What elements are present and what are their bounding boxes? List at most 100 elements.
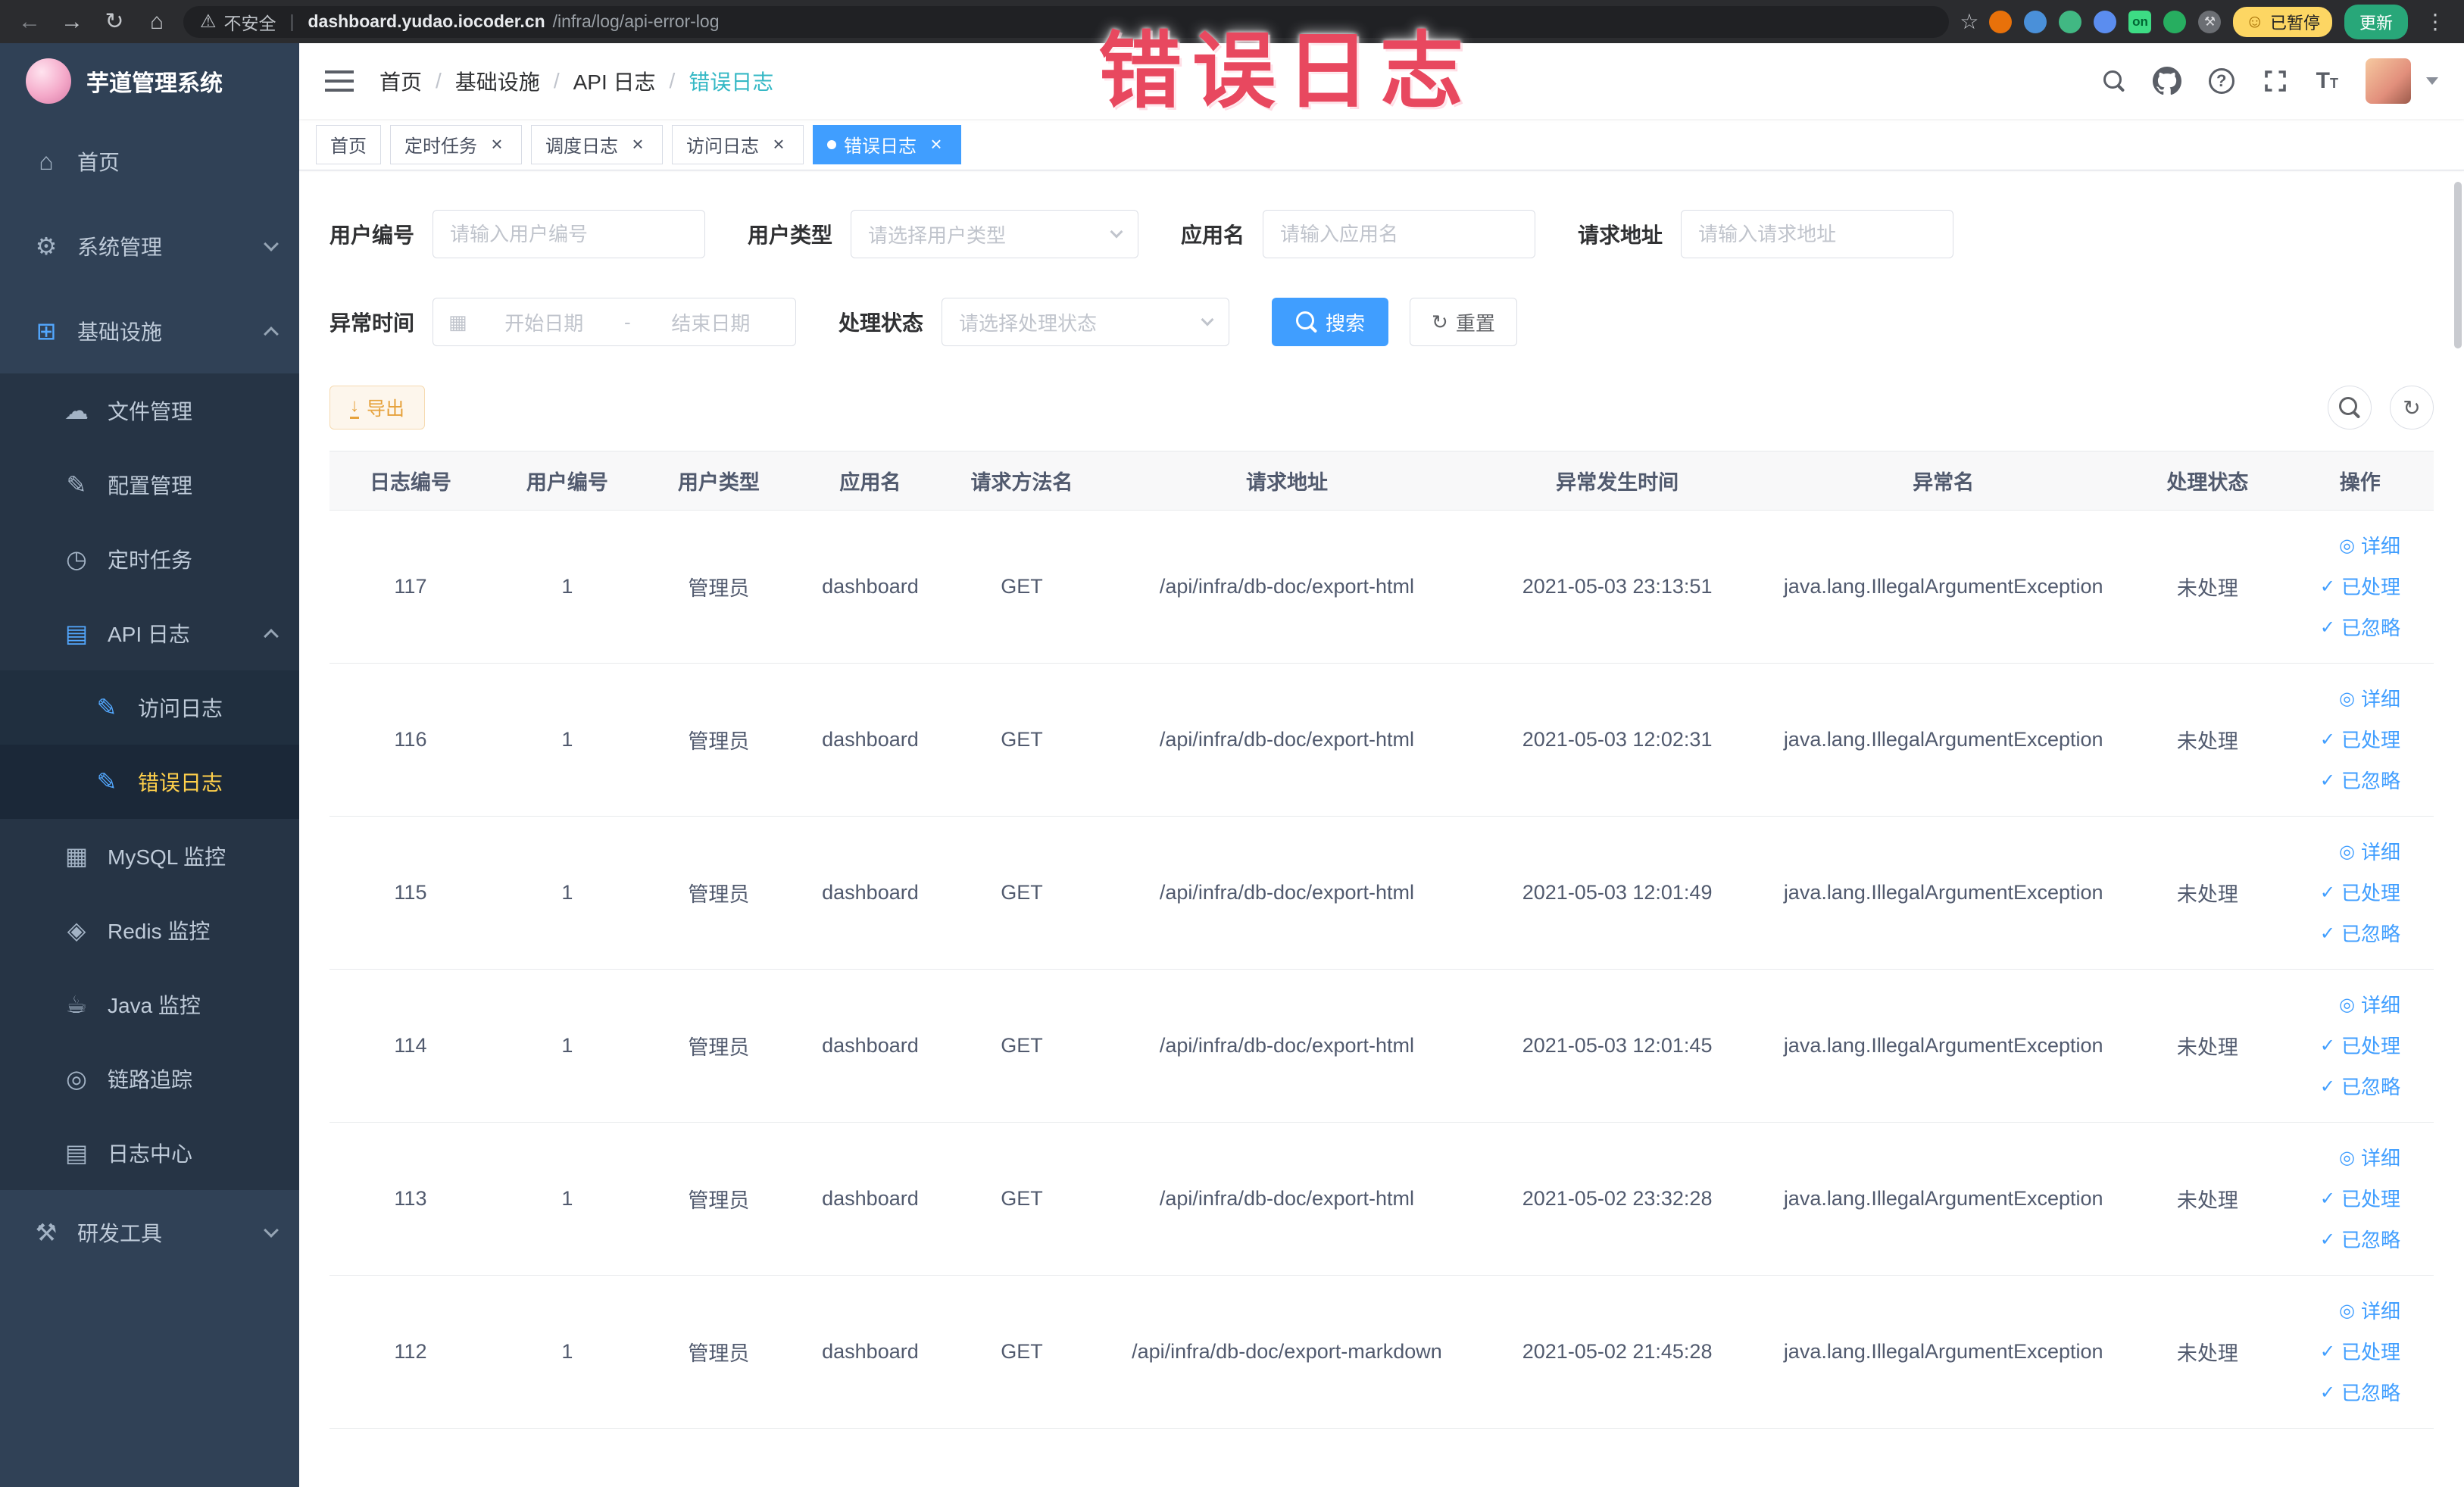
ignored-link[interactable]: ✓ 已忽略 (2288, 761, 2400, 801)
sidebar-item-mysql-monitor[interactable]: ▦ MySQL 监控 (0, 819, 299, 893)
sidebar-item-api-log[interactable]: ▤ API 日志 (0, 596, 299, 670)
app-name-input[interactable] (1263, 210, 1536, 258)
sidebar-item-java-monitor[interactable]: ☕ Java 监控 (0, 967, 299, 1042)
avatar-caret-down-icon[interactable] (2426, 77, 2438, 85)
export-button[interactable]: ↓ 导出 (329, 386, 426, 430)
hamburger-icon[interactable] (325, 70, 354, 92)
ignored-link[interactable]: ✓ 已忽略 (2288, 914, 2400, 954)
sidebar-item-config-mgmt[interactable]: ✎ 配置管理 (0, 448, 299, 522)
browser-menu-kebab-icon[interactable]: ⋮ (2420, 9, 2450, 34)
cell-request-url: /api/infra/db-doc/export-html (1097, 969, 1476, 1123)
breadcrumb-item-home[interactable]: 首页 (379, 66, 422, 96)
extension-icon[interactable] (2094, 10, 2117, 33)
user-type-select[interactable]: 请选择用户类型 (851, 210, 1139, 258)
extension-icon[interactable]: ⚒ (2198, 10, 2222, 33)
sidebar-item-infrastructure[interactable]: ⊞ 基础设施 (0, 289, 299, 373)
close-icon[interactable]: × (768, 134, 789, 155)
fullscreen-icon[interactable] (2262, 67, 2289, 95)
breadcrumb-item-infrastructure[interactable]: 基础设施 (455, 66, 540, 96)
processed-link[interactable]: ✓ 已处理 (2288, 720, 2400, 761)
bookmark-star-icon[interactable]: ☆ (1960, 9, 1978, 34)
search-icon[interactable] (2103, 70, 2125, 92)
cell-user-id: 1 (491, 1275, 643, 1429)
sidebar-item-error-log[interactable]: ✎ 错误日志 (0, 745, 299, 819)
extension-on-badge[interactable]: on (2128, 10, 2152, 33)
search-toggle-button[interactable] (2328, 386, 2372, 430)
request-url-input[interactable] (1681, 210, 1954, 258)
sidebar-item-dev-tools[interactable]: ⚒ 研发工具 (0, 1190, 299, 1275)
browser-home-icon[interactable]: ⌂ (141, 0, 173, 43)
processed-link[interactable]: ✓ 已处理 (2288, 1332, 2400, 1373)
processed-link[interactable]: ✓ 已处理 (2288, 567, 2400, 608)
github-icon[interactable] (2152, 67, 2181, 95)
search-button[interactable]: 搜索 (1272, 298, 1389, 346)
app-logo[interactable]: 芋道管理系统 (0, 43, 299, 119)
browser-refresh-icon[interactable]: ↻ (98, 0, 130, 43)
user-avatar[interactable] (2366, 58, 2411, 104)
cell-user-type: 管理员 (642, 816, 795, 970)
help-icon[interactable]: ? (2208, 68, 2234, 94)
font-size-icon[interactable]: TT (2316, 68, 2338, 94)
extension-icon[interactable] (2163, 10, 2187, 33)
process-status-select[interactable]: 请选择处理状态 (942, 298, 1230, 346)
processed-link[interactable]: ✓ 已处理 (2288, 1026, 2400, 1067)
close-icon[interactable]: × (926, 134, 947, 155)
extension-icon[interactable] (1989, 10, 2013, 33)
tab-schedule-log[interactable]: 调度日志 × (531, 124, 663, 164)
detail-link[interactable]: ◎ 详细 (2288, 985, 2400, 1026)
tab-error-log[interactable]: 错误日志 × (813, 124, 961, 164)
close-icon[interactable]: × (627, 134, 648, 155)
cell-process-status: 未处理 (2128, 663, 2287, 817)
sidebar-item-file-mgmt[interactable]: ☁ 文件管理 (0, 373, 299, 448)
cell-actions: ◎ 详细 ✓ 已处理 ✓ 已忽略 (2286, 510, 2434, 664)
tab-cron-job[interactable]: 定时任务 × (390, 124, 522, 164)
sidebar-item-system-mgmt[interactable]: ⚙ 系统管理 (0, 204, 299, 289)
sidebar-item-cron-job[interactable]: ◷ 定时任务 (0, 522, 299, 596)
close-icon[interactable]: × (486, 134, 507, 155)
processed-link[interactable]: ✓ 已处理 (2288, 1179, 2400, 1220)
browser-forward-icon[interactable]: → (56, 0, 88, 43)
detail-link[interactable]: ◎ 详细 (2288, 1291, 2400, 1332)
cloud-icon: ☁ (64, 397, 89, 424)
vue-devtools-icon[interactable] (2059, 10, 2082, 33)
processed-link[interactable]: ✓ 已处理 (2288, 873, 2400, 914)
sidebar-item-link-trace[interactable]: ◎ 链路追踪 (0, 1042, 299, 1116)
detail-link[interactable]: ◎ 详细 (2288, 526, 2400, 567)
sidebar-item-home[interactable]: ⌂ 首页 (0, 119, 299, 204)
browser-back-icon[interactable]: ← (14, 0, 45, 43)
sidebar-item-access-log[interactable]: ✎ 访问日志 (0, 670, 299, 745)
tab-home[interactable]: 首页 (316, 124, 381, 164)
breadcrumb-item-api-log[interactable]: API 日志 (573, 66, 656, 96)
ignored-link[interactable]: ✓ 已忽略 (2288, 1067, 2400, 1107)
paused-badge[interactable]: ☺ 已暂停 (2233, 6, 2332, 37)
edit-doc-icon: ✎ (96, 768, 117, 795)
filter-row-2: 异常时间 ▦ 开始日期 - 结束日期 处理状态 请选择处理状态 搜索 ↻ 重置 (329, 298, 2434, 346)
date-range-picker[interactable]: ▦ 开始日期 - 结束日期 (433, 298, 797, 346)
cell-exception-name: java.lang.IllegalArgumentException (1758, 663, 2129, 817)
ignored-link[interactable]: ✓ 已忽略 (2288, 1220, 2400, 1261)
filter-label-request-url: 请求地址 (1578, 223, 1663, 247)
ignored-link[interactable]: ✓ 已忽略 (2288, 608, 2400, 648)
eye-icon: ◎ (66, 1065, 87, 1092)
clock-icon: ◷ (66, 545, 87, 573)
url-path: /infra/log/api-error-log (552, 11, 720, 31)
address-bar[interactable]: ⚠ 不安全 | dashboard.yudao.iocoder.cn /infr… (183, 5, 1950, 38)
user-id-input[interactable] (433, 210, 706, 258)
tab-access-log[interactable]: 访问日志 × (672, 124, 804, 164)
detail-link[interactable]: ◎ 详细 (2288, 832, 2400, 873)
extension-icon[interactable] (2024, 10, 2047, 33)
update-button[interactable]: 更新 (2344, 4, 2408, 39)
sidebar-item-label: API 日志 (108, 623, 190, 646)
download-icon: ↓ (350, 396, 359, 419)
detail-link[interactable]: ◎ 详细 (2288, 1138, 2400, 1179)
refresh-button[interactable]: ↻ (2390, 386, 2434, 430)
ignored-link[interactable]: ✓ 已忽略 (2288, 1373, 2400, 1414)
reset-button[interactable]: ↻ 重置 (1410, 298, 1517, 346)
filter-label-exception-time: 异常时间 (329, 311, 415, 335)
detail-link[interactable]: ◎ 详细 (2288, 679, 2400, 720)
cell-process-status: 未处理 (2128, 1275, 2287, 1429)
sidebar-item-log-center[interactable]: ▤ 日志中心 (0, 1116, 299, 1190)
table-row: 115 1 管理员 dashboard GET/api/infra/db-doc/exp… (329, 816, 2434, 970)
scrollbar[interactable] (2454, 182, 2462, 348)
sidebar-item-redis-monitor[interactable]: ◈ Redis 监控 (0, 893, 299, 967)
